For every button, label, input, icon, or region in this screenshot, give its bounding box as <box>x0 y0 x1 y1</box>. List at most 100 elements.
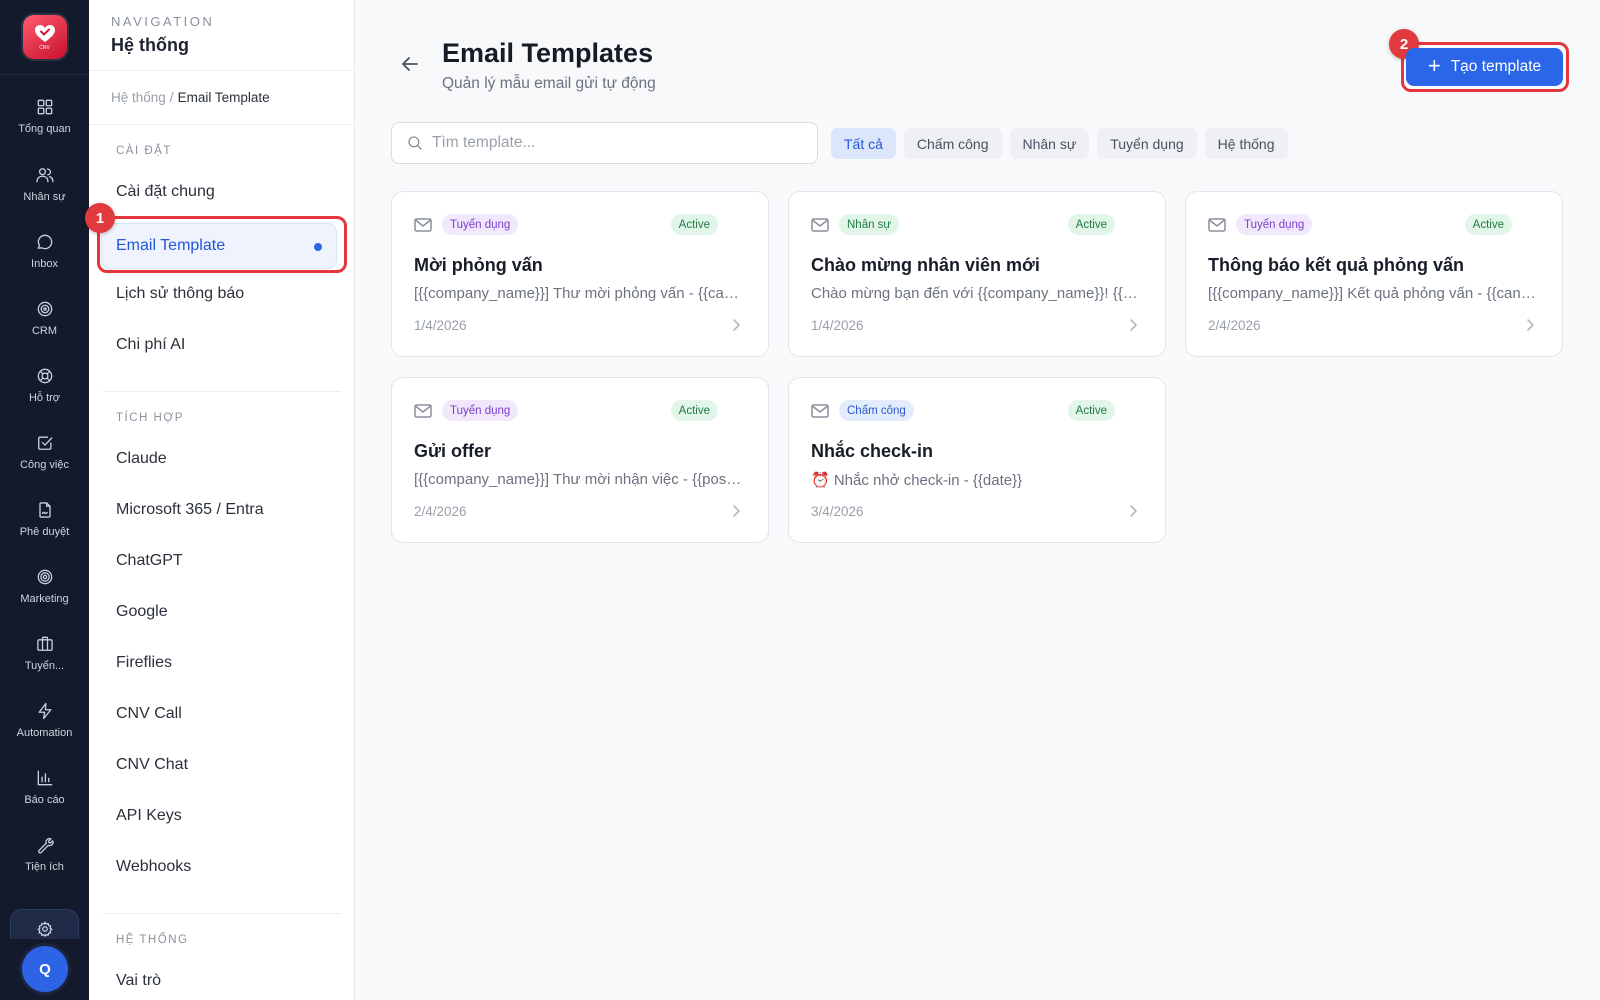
filter-chip-nhan-su[interactable]: Nhân sự <box>1009 128 1090 159</box>
template-card[interactable]: Nhân sự Active Chào mừng nhân viên mới C… <box>788 191 1166 357</box>
file-signature-icon <box>38 502 51 518</box>
arrow-left-icon <box>402 57 418 71</box>
nav-divider <box>103 913 341 914</box>
rail-logo-area: CNV <box>0 0 89 75</box>
plus-icon: + <box>1427 53 1441 78</box>
active-indicator-dot <box>314 243 322 251</box>
card-subject-preview: [{{company_name}}] Kết quả phỏng vấn - {… <box>1208 285 1538 302</box>
app-logo[interactable]: CNV <box>22 15 67 59</box>
rail-item-label: Hỗ trợ <box>28 392 61 404</box>
page-subtitle: Quản lý mẫu email gửi tự động <box>442 75 656 92</box>
rail-item-label: Nhân sự <box>23 191 66 203</box>
user-avatar[interactable]: Q <box>22 946 68 992</box>
settings-gear-icon <box>36 921 53 938</box>
filter-chip-cham-cong[interactable]: Chấm công <box>903 128 1002 159</box>
nav-divider <box>103 391 341 392</box>
card-subject-preview: ⏰ Nhắc nhở check-in - {{date}} <box>811 472 1023 489</box>
search-icon <box>408 136 422 150</box>
briefcase-icon <box>36 636 53 651</box>
status-badge: Active <box>1067 214 1115 235</box>
nav-item-vai-tro[interactable]: Vai trò <box>116 972 161 990</box>
breadcrumb-parent[interactable]: Hệ thống <box>111 90 166 105</box>
lightning-icon <box>38 702 51 720</box>
chevron-right-icon <box>730 318 742 332</box>
card-date: 1/4/2026 <box>811 318 864 333</box>
card-date: 1/4/2026 <box>414 318 467 333</box>
nav-item-chatgpt[interactable]: ChatGPT <box>116 552 183 570</box>
step-marker-1: 1 <box>85 203 115 233</box>
chevron-right-icon <box>730 504 742 518</box>
nav-eyebrow: NAVIGATION <box>111 14 215 29</box>
breadcrumb-current: Email Template <box>177 90 270 105</box>
status-badge: Active <box>670 214 718 235</box>
filter-chip-he-thong[interactable]: Hệ thống <box>1204 128 1288 159</box>
nav-item-api-keys[interactable]: API Keys <box>116 807 182 825</box>
card-date: 2/4/2026 <box>1208 318 1261 333</box>
breadcrumb: Hệ thống / Email Template <box>89 71 354 125</box>
category-badge: Tuyển dụng <box>1236 214 1313 235</box>
search-box <box>391 122 818 164</box>
rail-item-automation[interactable]: Automation <box>0 701 89 761</box>
rail-item-tien-ich[interactable]: Tiện ích <box>0 835 89 895</box>
nav-header: NAVIGATION Hệ thống <box>89 0 354 71</box>
wrench-icon <box>37 837 54 854</box>
status-badge: Active <box>1464 214 1512 235</box>
status-badge: Active <box>670 400 718 421</box>
chat-bubble-icon <box>37 234 52 250</box>
rail-item-label: Công việc <box>20 459 69 471</box>
template-card[interactable]: Tuyển dụng Active Gửi offer [{{company_n… <box>391 377 769 543</box>
nav-item-cnv-call[interactable]: CNV Call <box>116 705 182 723</box>
create-template-button[interactable]: + Tạo template <box>1406 48 1563 86</box>
nav-item-cai-dat-chung[interactable]: Cài đặt chung <box>116 183 215 201</box>
lifebuoy-icon <box>37 368 52 384</box>
nav-item-email-template[interactable]: Email Template <box>101 223 337 269</box>
search-input[interactable] <box>432 134 812 152</box>
section-heading-he-thong: HỆ THỐNG <box>116 934 189 946</box>
mail-icon <box>811 404 829 418</box>
app-rail: CNV Tổng quan Nhân sự Inbox CRM Hỗ trợ C… <box>0 0 89 1000</box>
nav-item-webhooks[interactable]: Webhooks <box>116 858 191 876</box>
card-title: Thông báo kết quả phỏng vấn <box>1208 255 1464 275</box>
rail-item-tong-quan[interactable]: Tổng quan <box>0 97 89 157</box>
nav-item-label: Email Template <box>116 237 226 254</box>
rail-item-label: CRM <box>31 325 58 337</box>
rail-item-label: Marketing <box>20 593 69 605</box>
template-card[interactable]: Tuyển dụng Active Mời phỏng vấn [{{compa… <box>391 191 769 357</box>
rail-item-settings-active[interactable] <box>10 909 79 939</box>
nav-item-fireflies[interactable]: Fireflies <box>116 654 172 672</box>
nav-item-chi-phi-ai[interactable]: Chi phí AI <box>116 336 185 354</box>
checkbox-icon <box>37 436 52 450</box>
card-title: Nhắc check-in <box>811 441 934 461</box>
back-button[interactable] <box>398 52 422 76</box>
mail-icon <box>414 218 432 232</box>
heart-logo-icon <box>34 24 55 42</box>
rail-item-marketing[interactable]: Marketing <box>0 567 89 627</box>
filter-chip-tuyen-dung[interactable]: Tuyển dụng <box>1097 128 1197 159</box>
nav-item-google[interactable]: Google <box>116 603 168 621</box>
nav-item-lich-su-thong-bao[interactable]: Lịch sử thông báo <box>116 285 244 303</box>
rail-item-label: Phê duyệt <box>19 526 70 538</box>
rail-item-cong-viec[interactable]: Công việc <box>0 433 89 493</box>
card-subject-preview: [{{company_name}}] Thư mời nhận việc - {… <box>414 471 744 488</box>
rail-item-nhan-su[interactable]: Nhân sự <box>0 165 89 225</box>
mail-icon <box>1208 218 1226 232</box>
rail-item-label: Báo cáo <box>24 794 65 806</box>
template-card[interactable]: Tuyển dụng Active Thông báo kết quả phỏn… <box>1185 191 1563 357</box>
grid-icon <box>37 99 52 115</box>
nav-item-cnv-chat[interactable]: CNV Chat <box>116 756 188 774</box>
template-card[interactable]: Chấm công Active Nhắc check-in ⏰ Nhắc nh… <box>788 377 1166 543</box>
status-badge: Active <box>1067 400 1115 421</box>
nav-item-claude[interactable]: Claude <box>116 450 167 468</box>
section-heading-tich-hop: TÍCH HỢP <box>116 412 184 424</box>
rail-item-inbox[interactable]: Inbox <box>0 232 89 292</box>
filter-chip-all[interactable]: Tất cả <box>831 128 896 159</box>
nav-item-microsoft-365[interactable]: Microsoft 365 / Entra <box>116 501 264 519</box>
rail-item-bao-cao[interactable]: Báo cáo <box>0 768 89 828</box>
rail-item-tuyen-dung[interactable]: Tuyển... <box>0 634 89 694</box>
rail-item-ho-tro[interactable]: Hỗ trợ <box>0 366 89 426</box>
rail-item-crm[interactable]: CRM <box>0 299 89 359</box>
category-badge: Tuyển dụng <box>442 400 519 421</box>
card-date: 2/4/2026 <box>414 504 467 519</box>
rail-item-phe-duyet[interactable]: Phê duyệt <box>0 500 89 560</box>
bullseye-icon <box>37 569 52 585</box>
